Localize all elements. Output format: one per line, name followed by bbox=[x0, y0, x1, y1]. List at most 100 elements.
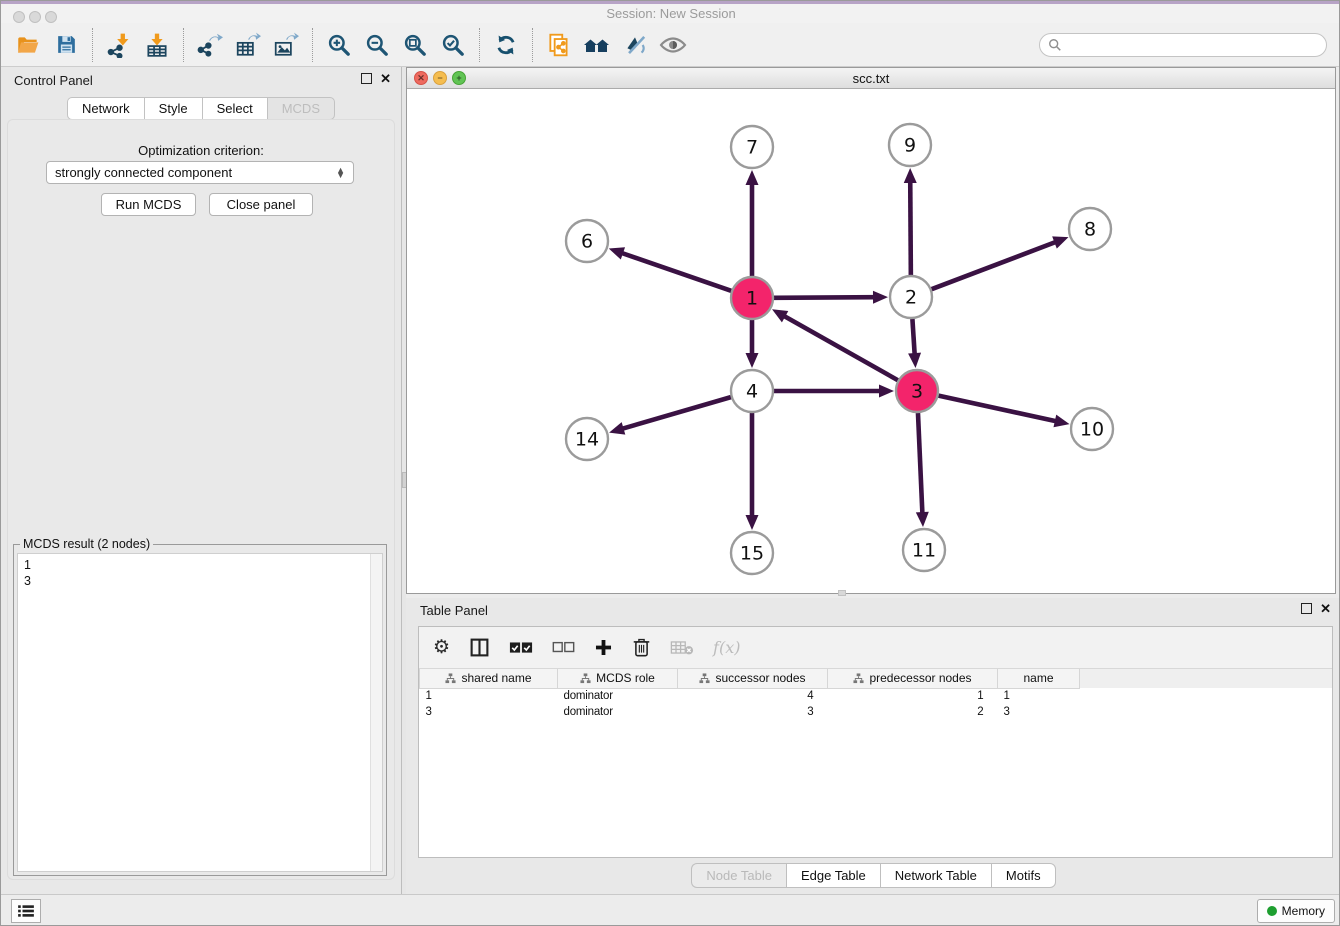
graph-edge-4-14[interactable] bbox=[622, 397, 731, 429]
table-cell[interactable]: 3 bbox=[998, 704, 1080, 720]
application-window: Session: New Session bbox=[0, 0, 1340, 926]
zoom-in-button[interactable] bbox=[320, 27, 358, 63]
optimization-criterion-select[interactable]: strongly connected component ▲▼ bbox=[46, 161, 354, 184]
svg-text:2: 2 bbox=[905, 287, 917, 309]
graph-node-15[interactable]: 15 bbox=[731, 532, 773, 574]
zoom-selected-button[interactable] bbox=[434, 27, 472, 63]
zoom-out-button[interactable] bbox=[358, 27, 396, 63]
column-header-predecessor-nodes[interactable]: predecessor nodes bbox=[828, 669, 998, 688]
table-cell[interactable]: 1 bbox=[420, 688, 558, 704]
graph-edge-2-8[interactable] bbox=[932, 242, 1057, 289]
select-all-button[interactable] bbox=[509, 635, 533, 661]
column-header-name[interactable]: name bbox=[998, 669, 1080, 688]
graph-edge-3-10[interactable] bbox=[938, 396, 1056, 422]
tab-network-table[interactable]: Network Table bbox=[880, 863, 991, 888]
export-table-button[interactable] bbox=[229, 27, 267, 63]
column-browser-button[interactable] bbox=[469, 635, 490, 661]
function-builder-button[interactable]: f(x) bbox=[713, 635, 740, 661]
run-mcds-button[interactable]: Run MCDS bbox=[101, 193, 196, 216]
arrowhead-icon bbox=[873, 291, 888, 304]
table-cell[interactable]: dominator bbox=[558, 704, 678, 720]
table-cell[interactable]: dominator bbox=[558, 688, 678, 704]
network-window-titlebar[interactable]: ✕ − + scc.txt bbox=[407, 68, 1335, 89]
save-session-button[interactable] bbox=[47, 27, 85, 63]
zoom-in-icon bbox=[326, 32, 352, 58]
export-image-icon bbox=[273, 32, 299, 58]
graph-node-8[interactable]: 8 bbox=[1069, 208, 1111, 250]
result-scrollbar[interactable] bbox=[370, 554, 382, 871]
delete-row-button[interactable] bbox=[632, 635, 651, 661]
zoom-fit-icon bbox=[402, 32, 428, 58]
search-input[interactable] bbox=[1062, 35, 1326, 55]
result-item[interactable]: 1 bbox=[24, 557, 382, 573]
graph-edge-3-1[interactable] bbox=[783, 316, 897, 381]
table-row[interactable]: 1dominator411 bbox=[420, 688, 1333, 704]
tab-edge-table[interactable]: Edge Table bbox=[786, 863, 880, 888]
graph-node-4[interactable]: 4 bbox=[731, 370, 773, 412]
column-header-mcds-role[interactable]: MCDS role bbox=[558, 669, 678, 688]
graph-node-6[interactable]: 6 bbox=[566, 220, 608, 262]
graph-edge-2-3[interactable] bbox=[912, 319, 914, 355]
table-cell[interactable]: 4 bbox=[678, 688, 828, 704]
table-cell[interactable]: 1 bbox=[828, 688, 998, 704]
graph-edge-1-6[interactable] bbox=[621, 253, 731, 291]
column-header-shared-name[interactable]: shared name bbox=[420, 669, 558, 688]
search-box[interactable] bbox=[1039, 33, 1327, 57]
network-window-title: scc.txt bbox=[407, 71, 1335, 86]
show-graphics-button[interactable] bbox=[654, 27, 692, 63]
export-network-button[interactable] bbox=[191, 27, 229, 63]
float-panel-icon[interactable] bbox=[361, 73, 372, 84]
close-panel-icon[interactable]: ✕ bbox=[1320, 603, 1331, 614]
graph-node-10[interactable]: 10 bbox=[1071, 408, 1113, 450]
mcds-result-list[interactable]: 13 bbox=[17, 553, 383, 872]
unselect-all-button[interactable] bbox=[552, 635, 575, 661]
graph-node-3[interactable]: 3 bbox=[896, 370, 938, 412]
task-history-button[interactable] bbox=[11, 899, 41, 923]
float-panel-icon[interactable] bbox=[1301, 603, 1312, 614]
hide-style-button[interactable] bbox=[616, 27, 654, 63]
import-network-button[interactable] bbox=[100, 27, 138, 63]
graph-edge-2-9[interactable] bbox=[910, 181, 911, 275]
table-cell[interactable]: 1 bbox=[998, 688, 1080, 704]
memory-button[interactable]: Memory bbox=[1257, 899, 1335, 923]
splitter-handle[interactable] bbox=[838, 590, 846, 596]
graph-edge-3-11[interactable] bbox=[918, 413, 922, 514]
import-table-button[interactable] bbox=[138, 27, 176, 63]
delete-table-button[interactable] bbox=[670, 635, 694, 661]
tab-network[interactable]: Network bbox=[67, 97, 144, 120]
table-toolbar: ⚙ bbox=[419, 627, 1332, 669]
tab-select[interactable]: Select bbox=[202, 97, 267, 120]
close-panel-icon[interactable]: ✕ bbox=[380, 73, 391, 84]
arrowhead-icon bbox=[609, 422, 625, 434]
import-table-icon bbox=[144, 32, 170, 58]
graph-node-2[interactable]: 2 bbox=[890, 276, 932, 318]
home-pages-button[interactable] bbox=[578, 27, 616, 63]
apply-layout-button[interactable] bbox=[487, 27, 525, 63]
table-cell[interactable]: 2 bbox=[828, 704, 998, 720]
graph-node-1[interactable]: 1 bbox=[731, 277, 773, 319]
zoom-fit-button[interactable] bbox=[396, 27, 434, 63]
result-item[interactable]: 3 bbox=[24, 573, 382, 589]
export-image-button[interactable] bbox=[267, 27, 305, 63]
tab-style[interactable]: Style bbox=[144, 97, 202, 120]
mcds-result-title: MCDS result (2 nodes) bbox=[20, 537, 153, 551]
graph-node-11[interactable]: 11 bbox=[903, 529, 945, 571]
graph-node-14[interactable]: 14 bbox=[566, 418, 608, 460]
column-header-successor-nodes[interactable]: successor nodes bbox=[678, 669, 828, 688]
graph-node-7[interactable]: 7 bbox=[731, 126, 773, 168]
column-settings-button[interactable]: ⚙ bbox=[433, 635, 450, 661]
graph-node-9[interactable]: 9 bbox=[889, 124, 931, 166]
table-cell[interactable]: 3 bbox=[678, 704, 828, 720]
table-row[interactable]: 3dominator323 bbox=[420, 704, 1333, 720]
close-panel-button[interactable]: Close panel bbox=[209, 193, 313, 216]
graph-edge-1-2[interactable] bbox=[774, 297, 875, 298]
tab-node-table[interactable]: Node Table bbox=[691, 863, 786, 888]
clone-network-button[interactable] bbox=[540, 27, 578, 63]
open-session-button[interactable] bbox=[9, 27, 47, 63]
tab-motifs[interactable]: Motifs bbox=[991, 863, 1056, 888]
arrowhead-icon bbox=[609, 247, 625, 259]
add-row-button[interactable] bbox=[594, 635, 613, 661]
table-cell[interactable]: 3 bbox=[420, 704, 558, 720]
network-canvas[interactable]: 7 9 6 8 1 2 4 3 14 10 15 11 bbox=[407, 89, 1335, 593]
tab-mcds[interactable]: MCDS bbox=[267, 97, 335, 120]
